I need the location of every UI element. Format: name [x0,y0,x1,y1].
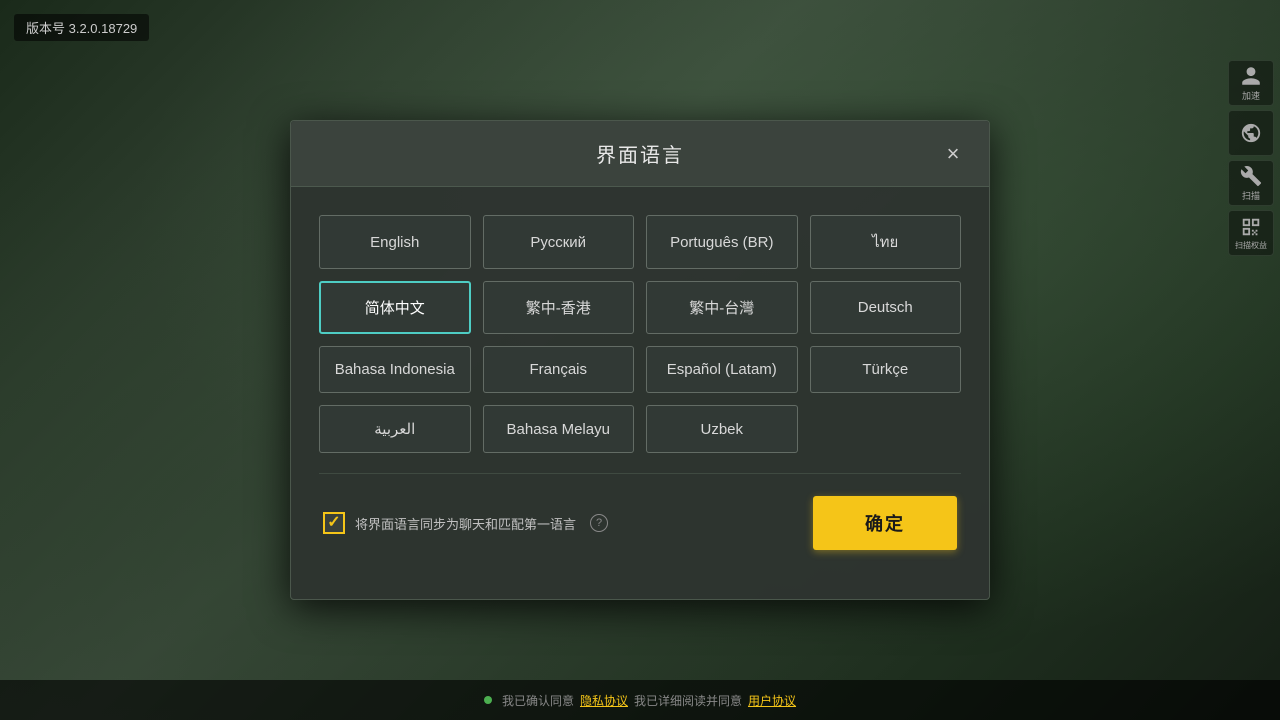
language-dialog: 界面语言 × EnglishРусскийPortuguês (BR)ไทย 简体… [290,120,990,600]
sync-checkbox[interactable]: ✓ [323,512,345,534]
lang-btn-german[interactable]: Deutsch [810,281,962,334]
lang-btn-thai[interactable]: ไทย [810,215,962,269]
confirm-button[interactable]: 确定 [813,496,957,550]
lang-btn-traditional_tw[interactable]: 繁中-台灣 [646,281,798,334]
lang-btn-turkish[interactable]: Türkçe [810,346,962,393]
lang-btn-french[interactable]: Français [483,346,635,393]
lang-btn-arabic[interactable]: العربية [319,405,471,453]
dialog-body: EnglishРусскийPortuguês (BR)ไทย 简体中文繁中-香港… [291,187,989,570]
dialog-overlay: 界面语言 × EnglishРусскийPortuguês (BR)ไทย 简体… [0,0,1280,720]
lang-btn-malay[interactable]: Bahasa Melayu [483,405,635,453]
dialog-title: 界面语言 [596,139,684,168]
lang-btn-portuguese_br[interactable]: Português (BR) [646,215,798,269]
lang-btn-traditional_hk[interactable]: 繁中-香港 [483,281,635,334]
dialog-header: 界面语言 × [291,121,989,187]
lang-btn-english[interactable]: English [319,215,471,269]
help-icon[interactable]: ? [590,514,608,532]
checkmark-icon: ✓ [327,515,340,531]
lang-btn-indonesian[interactable]: Bahasa Indonesia [319,346,471,393]
sync-label: 将界面语言同步为聊天和匹配第一语言 [355,514,576,533]
dialog-footer: ✓ 将界面语言同步为聊天和匹配第一语言 ? 确定 [319,496,961,550]
lang-btn-uzbek[interactable]: Uzbek [646,405,798,453]
lang-placeholder [810,405,962,453]
lang-btn-simplified_chinese[interactable]: 简体中文 [319,281,471,334]
lang-btn-russian[interactable]: Русский [483,215,635,269]
dialog-divider [319,473,961,474]
language-grid: EnglishРусскийPortuguês (BR)ไทย 简体中文繁中-香港… [319,215,961,453]
sync-language-row: ✓ 将界面语言同步为聊天和匹配第一语言 ? [323,512,608,534]
close-button[interactable]: × [937,138,969,170]
lang-btn-spanish_latam[interactable]: Español (Latam) [646,346,798,393]
